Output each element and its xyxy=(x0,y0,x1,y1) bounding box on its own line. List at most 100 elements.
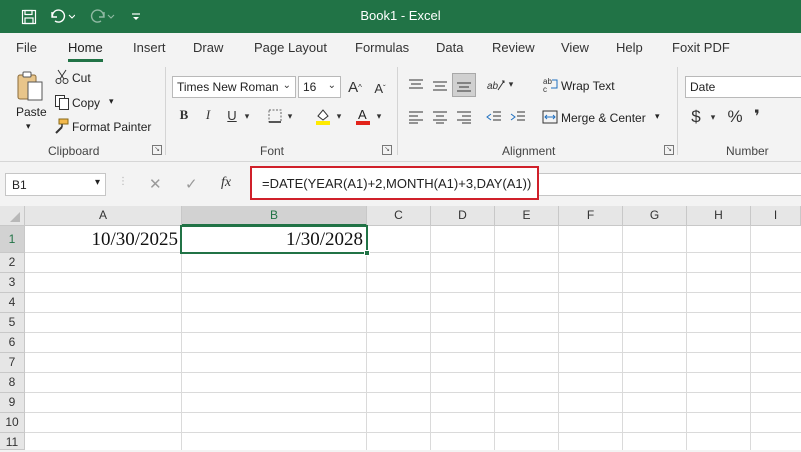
cell-a1[interactable]: 10/30/2025 xyxy=(26,229,178,251)
gridline xyxy=(25,312,801,313)
row-header[interactable]: 1 xyxy=(0,226,25,253)
fill-color-dropdown-icon[interactable]: ▾ xyxy=(334,108,344,124)
increase-font-icon[interactable]: A ^ xyxy=(345,77,365,97)
worksheet-grid[interactable]: A B C D E F G H I 1 2 3 4 5 6 7 8 9 10 1… xyxy=(0,206,801,450)
bottom-align-icon[interactable] xyxy=(452,73,476,97)
top-align-icon[interactable] xyxy=(406,75,426,95)
tab-file[interactable]: File xyxy=(16,40,37,55)
selected-cell-border xyxy=(180,225,368,254)
tab-foxit-pdf[interactable]: Foxit PDF xyxy=(672,40,730,55)
column-header[interactable]: A xyxy=(25,206,182,226)
font-launcher-icon[interactable]: ↘ xyxy=(382,145,392,155)
row-header[interactable]: 4 xyxy=(0,293,25,313)
italic-icon[interactable]: I xyxy=(200,107,216,123)
formula-input-extension[interactable] xyxy=(539,173,801,196)
row-header[interactable]: 10 xyxy=(0,413,25,433)
column-header[interactable]: B xyxy=(182,206,367,226)
row-header[interactable]: 5 xyxy=(0,313,25,333)
decrease-font-icon[interactable]: Aˇ xyxy=(370,78,390,98)
gridline xyxy=(750,226,751,450)
font-size-select[interactable]: 16 ⌄ xyxy=(298,76,341,98)
underline-dropdown-icon[interactable]: ▾ xyxy=(242,108,252,124)
tab-home[interactable]: Home xyxy=(68,40,103,62)
row-header[interactable]: 7 xyxy=(0,353,25,373)
wrap-text-icon[interactable]: ab c xyxy=(541,76,559,94)
cut-button[interactable]: Cut xyxy=(72,71,91,85)
copy-button[interactable]: Copy xyxy=(72,96,100,110)
clipboard-launcher-icon[interactable]: ↘ xyxy=(152,145,162,155)
borders-icon[interactable] xyxy=(266,107,284,125)
format-painter-icon[interactable] xyxy=(53,118,69,134)
tab-formulas[interactable]: Formulas xyxy=(355,40,409,55)
column-header[interactable]: I xyxy=(751,206,801,226)
row-header[interactable]: 2 xyxy=(0,253,25,273)
row-header[interactable]: 8 xyxy=(0,373,25,393)
tab-insert[interactable]: Insert xyxy=(133,40,166,55)
column-header[interactable]: D xyxy=(431,206,495,226)
merge-center-button[interactable]: Merge & Center xyxy=(561,111,646,125)
merge-center-icon[interactable] xyxy=(541,108,559,126)
copy-dropdown-icon[interactable]: ▾ xyxy=(109,96,114,107)
orientation-dropdown-icon[interactable]: ▾ xyxy=(506,76,516,92)
font-color-dropdown-icon[interactable]: ▾ xyxy=(374,108,384,124)
cut-icon[interactable] xyxy=(55,69,69,85)
currency-dropdown-icon[interactable]: ▾ xyxy=(708,109,718,125)
tab-page-layout[interactable]: Page Layout xyxy=(254,40,327,55)
title-bar: Book1 - Excel xyxy=(0,0,801,33)
align-right-icon[interactable] xyxy=(454,107,474,127)
gridline xyxy=(25,392,801,393)
font-name-value: Times New Roman xyxy=(177,80,279,94)
fill-color-icon[interactable] xyxy=(314,106,332,126)
alignment-group-label: Alignment xyxy=(502,144,556,158)
paste-button[interactable]: Paste xyxy=(16,105,47,119)
tab-draw[interactable]: Draw xyxy=(193,40,223,55)
tab-review[interactable]: Review xyxy=(492,40,535,55)
row-header[interactable]: 11 xyxy=(0,433,25,450)
currency-icon[interactable]: $ xyxy=(688,107,704,127)
fill-handle[interactable] xyxy=(364,250,370,256)
borders-dropdown-icon[interactable]: ▾ xyxy=(285,108,295,124)
formula-input[interactable]: =DATE(YEAR(A1)+2,MONTH(A1)+3,DAY(A1)) xyxy=(250,166,539,200)
middle-align-icon[interactable] xyxy=(430,75,450,95)
format-painter-button[interactable]: Format Painter xyxy=(72,120,151,134)
column-header[interactable]: H xyxy=(687,206,751,226)
row-header[interactable]: 6 xyxy=(0,333,25,353)
copy-icon[interactable] xyxy=(54,94,70,110)
orientation-icon[interactable]: ab xyxy=(485,75,507,95)
number-format-select[interactable]: Date xyxy=(685,76,801,98)
font-color-icon[interactable]: A xyxy=(354,106,372,126)
row-header[interactable]: 9 xyxy=(0,393,25,413)
column-header[interactable]: C xyxy=(367,206,431,226)
wrap-text-button[interactable]: Wrap Text xyxy=(561,79,615,93)
align-center-icon[interactable] xyxy=(430,107,450,127)
increase-indent-icon[interactable] xyxy=(508,107,528,127)
column-header[interactable]: F xyxy=(559,206,623,226)
font-name-select[interactable]: Times New Roman ⌄ xyxy=(172,76,296,98)
merge-dropdown-icon[interactable]: ▾ xyxy=(655,111,660,122)
bold-icon[interactable]: B xyxy=(176,107,192,123)
paste-icon[interactable] xyxy=(14,69,46,103)
select-all-corner[interactable] xyxy=(0,206,25,226)
tab-help[interactable]: Help xyxy=(616,40,643,55)
row-header[interactable]: 3 xyxy=(0,273,25,293)
align-left-icon[interactable] xyxy=(406,107,426,127)
comma-style-icon[interactable]: ❜ xyxy=(750,107,764,127)
percent-icon[interactable]: % xyxy=(726,107,744,127)
paste-dropdown-icon[interactable]: ▾ xyxy=(26,121,31,132)
cancel-icon[interactable]: ✕ xyxy=(149,175,162,193)
chevron-down-icon: ⌄ xyxy=(327,80,336,91)
tab-data[interactable]: Data xyxy=(436,40,463,55)
tab-view[interactable]: View xyxy=(561,40,589,55)
decrease-indent-icon[interactable] xyxy=(484,107,504,127)
column-header[interactable]: G xyxy=(623,206,687,226)
column-header[interactable]: E xyxy=(495,206,559,226)
name-box[interactable]: B1 ▾ xyxy=(5,173,106,196)
formula-bar: B1 ▾ ⋮ ✕ ✓ fx =DATE(YEAR(A1)+2,MONTH(A1)… xyxy=(0,162,801,206)
underline-icon[interactable]: U xyxy=(224,107,240,123)
gridline xyxy=(430,226,431,450)
alignment-launcher-icon[interactable]: ↘ xyxy=(664,145,674,155)
ribbon-tabs: File Home Insert Draw Page Layout Formul… xyxy=(0,33,801,63)
svg-text:c: c xyxy=(543,85,547,93)
insert-function-icon[interactable]: fx xyxy=(221,175,231,191)
enter-icon[interactable]: ✓ xyxy=(185,175,198,193)
